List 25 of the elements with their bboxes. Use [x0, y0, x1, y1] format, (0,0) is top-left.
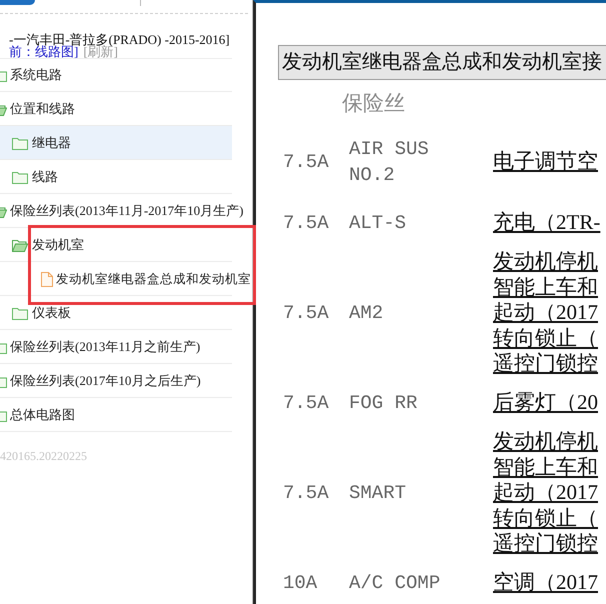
fuse-name: ALT-S [349, 211, 406, 236]
fuse-rating: 7.5A [283, 211, 329, 236]
fuse-name: AM2 [349, 300, 384, 326]
column-header: 保险丝 [342, 91, 405, 116]
page-title: -一汽丰田-普拉多(PRADO) -2015-2016] [9, 34, 230, 46]
circuit-link[interactable]: 充电（2TR- [493, 210, 600, 236]
circuit-link[interactable]: 空调（2017 [493, 570, 598, 596]
version-text: 420165.20220225 [0, 449, 87, 463]
fuse-rating: 7.5A [283, 150, 329, 175]
fuse-name: AIR SUS NO.2 [349, 137, 430, 188]
fuse-rating: 7.5A [283, 480, 329, 506]
breadcrumb-text: 前：线路图] [9, 46, 78, 58]
fuse-name: A/C COMP [349, 570, 440, 596]
fuse-rating: 10A [283, 570, 318, 596]
file-icon [41, 272, 53, 286]
circuit-link[interactable]: 发动机停机 智能上车和 起动（2017 转向锁止（ 遥控门锁控 [493, 249, 598, 377]
circuit-link[interactable]: 发动机停机 智能上车和 起动（2017 转向锁止（ 遥控门锁控 [493, 428, 598, 557]
fuse-name: SMART [349, 480, 406, 506]
circuit-link[interactable]: 后雾灯（20 [493, 390, 598, 416]
fuse-rating: 7.5A [283, 300, 329, 326]
toolbar-button[interactable] [0, 0, 35, 5]
fuse-name: FOG RR [349, 390, 418, 416]
fuse-rating: 7.5A [283, 390, 329, 416]
document-heading: 发动机室继电器盒总成和发动机室接 [278, 45, 606, 80]
circuit-link[interactable]: 电子调节空 [493, 149, 598, 175]
